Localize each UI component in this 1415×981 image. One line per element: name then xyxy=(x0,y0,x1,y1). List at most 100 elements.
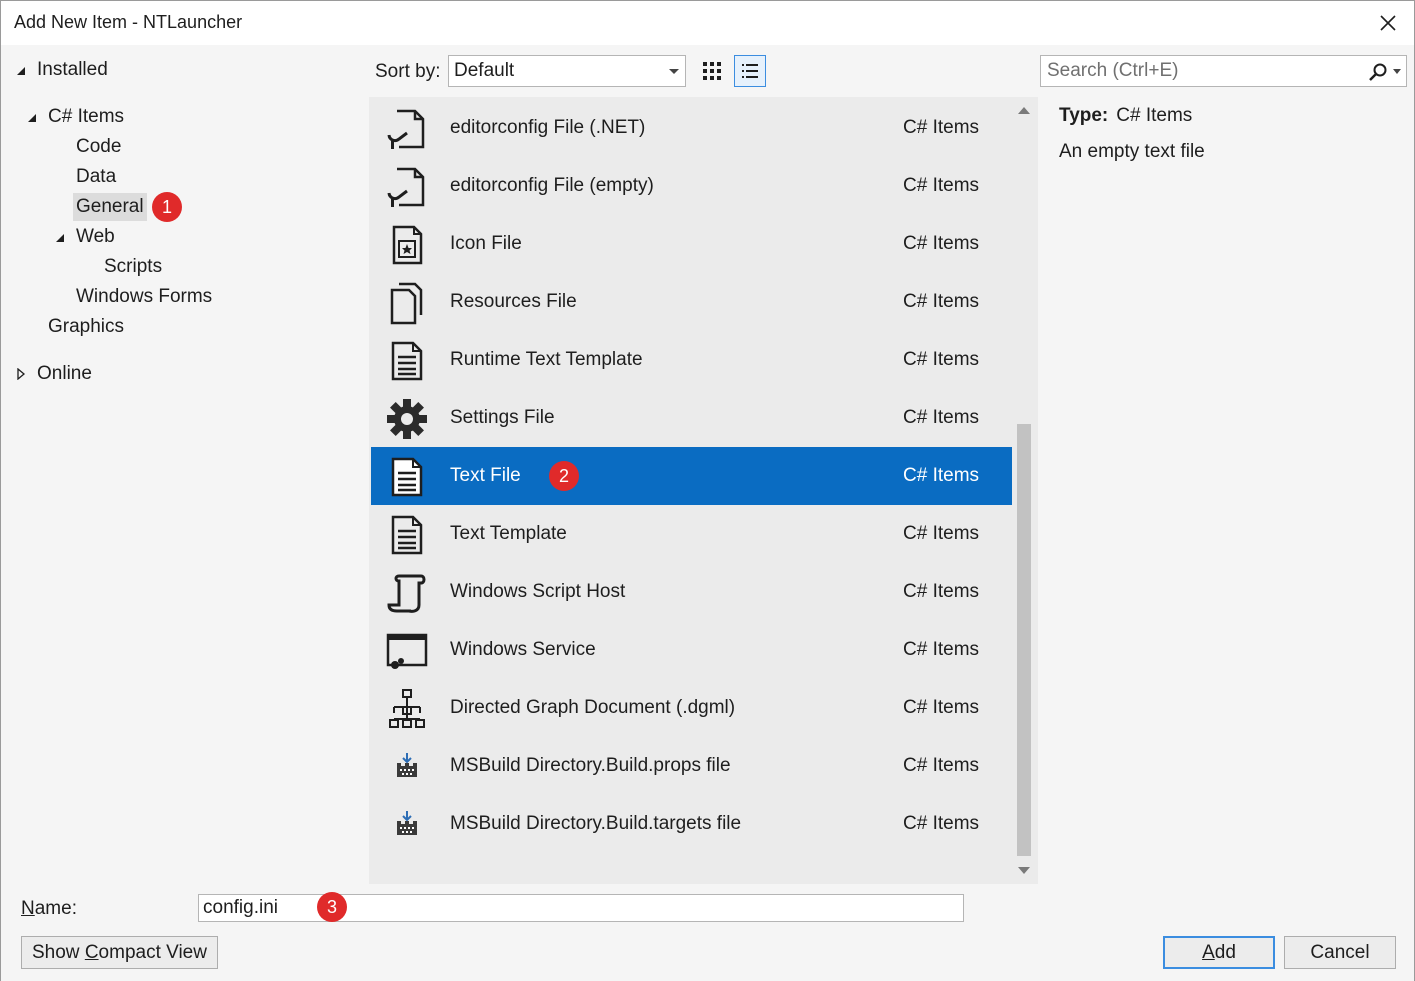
window-title: Add New Item - NTLauncher xyxy=(14,12,243,32)
tree-label-scripts: Scripts xyxy=(104,256,163,277)
list-item-runtime-text-template[interactable]: Runtime Text Template C# Items xyxy=(371,331,1012,389)
search-icon[interactable] xyxy=(1368,62,1388,82)
scroll-thumb[interactable] xyxy=(1017,424,1031,856)
chevron-down-icon xyxy=(669,69,679,74)
close-button[interactable] xyxy=(1376,11,1400,35)
add-button[interactable]: Add xyxy=(1163,936,1275,969)
tree-label-online: Online xyxy=(37,363,92,384)
expanded-arrow-icon[interactable] xyxy=(54,232,66,244)
item-name: Directed Graph Document (.dgml) xyxy=(450,697,736,718)
icon-file-icon xyxy=(392,225,423,265)
msbuild-icon xyxy=(397,811,417,835)
item-category: C# Items xyxy=(903,291,980,312)
annotation-badge-2: 2 xyxy=(549,461,579,491)
item-name: Windows Script Host xyxy=(450,581,626,602)
tree-label-web: Web xyxy=(76,226,115,247)
item-category: C# Items xyxy=(903,755,980,776)
list-item-resources-file[interactable]: Resources File C# Items xyxy=(371,273,1012,331)
compact-label-post: ompact View xyxy=(98,942,207,963)
compact-label-pre: Show xyxy=(32,942,85,963)
add-label-mnemonic: A xyxy=(1202,942,1215,963)
show-compact-view-button[interactable]: Show Compact View xyxy=(21,936,218,969)
item-name: editorconfig File (.NET) xyxy=(450,117,646,138)
item-name: Text File xyxy=(450,465,521,486)
item-name: Text Template xyxy=(450,523,567,544)
item-name: Resources File xyxy=(450,291,577,312)
list-view-icon xyxy=(742,64,758,78)
msbuild-icon xyxy=(397,753,417,777)
template-list: editorconfig File (.NET) C# Items editor… xyxy=(369,97,1038,884)
item-name: Settings File xyxy=(450,407,555,428)
item-category: C# Items xyxy=(903,407,980,428)
resources-file-icon xyxy=(390,282,423,325)
editorconfig-icon xyxy=(387,109,425,149)
item-category: C# Items xyxy=(903,349,980,370)
medium-icons-view-button[interactable] xyxy=(696,55,728,87)
detail-type-value: C# Items xyxy=(1116,105,1193,126)
expanded-arrow-icon[interactable] xyxy=(15,65,27,77)
list-item-directed-graph[interactable]: Directed Graph Document (.dgml) C# Items xyxy=(371,679,1012,737)
list-item-icon-file[interactable]: Icon File C# Items xyxy=(371,215,1012,273)
tree-label-graphics: Graphics xyxy=(48,316,125,337)
tree-label-code: Code xyxy=(76,136,122,157)
list-item-editorconfig-net[interactable]: editorconfig File (.NET) C# Items xyxy=(371,99,1012,157)
list-scrollbar[interactable] xyxy=(1012,97,1038,884)
item-name: Icon File xyxy=(450,233,522,254)
item-category: C# Items xyxy=(903,813,980,834)
gear-icon xyxy=(387,399,427,439)
bottom-bar: Name: config.ini 3 Show Compact View Add… xyxy=(1,885,1414,981)
annotation-badge-3: 3 xyxy=(317,892,347,922)
detail-type: Type: C# Items xyxy=(1059,105,1192,127)
editorconfig-icon xyxy=(387,167,425,207)
list-item-windows-script-host[interactable]: Windows Script Host C# Items xyxy=(371,563,1012,621)
list-item-settings-file[interactable]: Settings File C# Items xyxy=(371,389,1012,447)
item-category: C# Items xyxy=(903,465,980,486)
add-label-rest: dd xyxy=(1214,942,1236,963)
grid-view-icon xyxy=(703,62,721,80)
tree-node-general[interactable]: General 1 xyxy=(73,192,183,222)
template-tree: Installed C# Items Code Data General 1 W… xyxy=(1,45,369,885)
name-input-value: config.ini xyxy=(203,897,278,918)
search-options-chevron-icon[interactable] xyxy=(1393,69,1401,74)
search-input[interactable]: Search (Ctrl+E) xyxy=(1040,55,1407,87)
list-item-text-file[interactable]: Text File 2 C# Items xyxy=(371,447,1012,505)
item-category: C# Items xyxy=(903,117,980,138)
tree-label-general: General xyxy=(73,193,147,221)
name-label-rest: ame: xyxy=(34,898,77,919)
item-category: C# Items xyxy=(903,175,980,196)
close-icon xyxy=(1380,15,1396,31)
tree-label-data: Data xyxy=(76,166,117,187)
annotation-badge-1: 1 xyxy=(152,192,182,222)
list-item-editorconfig-empty[interactable]: editorconfig File (empty) C# Items xyxy=(371,157,1012,215)
tree-label-windows-forms: Windows Forms xyxy=(76,286,213,307)
item-category: C# Items xyxy=(903,523,980,544)
tree-label-installed: Installed xyxy=(37,59,108,80)
list-item-text-template[interactable]: Text Template C# Items xyxy=(371,505,1012,563)
detail-type-label: Type: xyxy=(1059,105,1109,126)
sort-by-value: Default xyxy=(454,60,515,81)
text-template-icon xyxy=(391,515,423,555)
script-icon xyxy=(387,574,426,613)
title-bar: Add New Item - NTLauncher xyxy=(1,1,1414,45)
name-label-mnemonic: N xyxy=(21,898,35,919)
compact-label-mnemonic: C xyxy=(84,942,99,963)
text-file-icon xyxy=(391,457,423,497)
search-placeholder: Search (Ctrl+E) xyxy=(1047,60,1179,81)
name-label: Name: xyxy=(21,898,77,920)
item-category: C# Items xyxy=(903,233,980,254)
item-name: Runtime Text Template xyxy=(450,349,643,370)
expanded-arrow-icon[interactable] xyxy=(26,112,38,124)
name-input[interactable]: config.ini 3 xyxy=(198,892,964,922)
cancel-button[interactable]: Cancel xyxy=(1284,936,1396,969)
item-category: C# Items xyxy=(903,639,980,660)
item-name: Windows Service xyxy=(450,639,596,660)
sort-by-dropdown[interactable]: Default xyxy=(448,55,686,87)
list-item-windows-service[interactable]: Windows Service C# Items xyxy=(371,621,1012,679)
list-item-msbuild-targets[interactable]: MSBuild Directory.Build.targets file C# … xyxy=(371,795,1012,853)
item-name: editorconfig File (empty) xyxy=(450,175,654,196)
scroll-up-arrow-icon[interactable] xyxy=(1018,107,1030,114)
list-item-msbuild-props[interactable]: MSBuild Directory.Build.props file C# It… xyxy=(371,737,1012,795)
list-view-button[interactable] xyxy=(734,55,766,87)
collapsed-arrow-icon[interactable] xyxy=(15,368,27,380)
scroll-down-arrow-icon[interactable] xyxy=(1018,867,1030,874)
